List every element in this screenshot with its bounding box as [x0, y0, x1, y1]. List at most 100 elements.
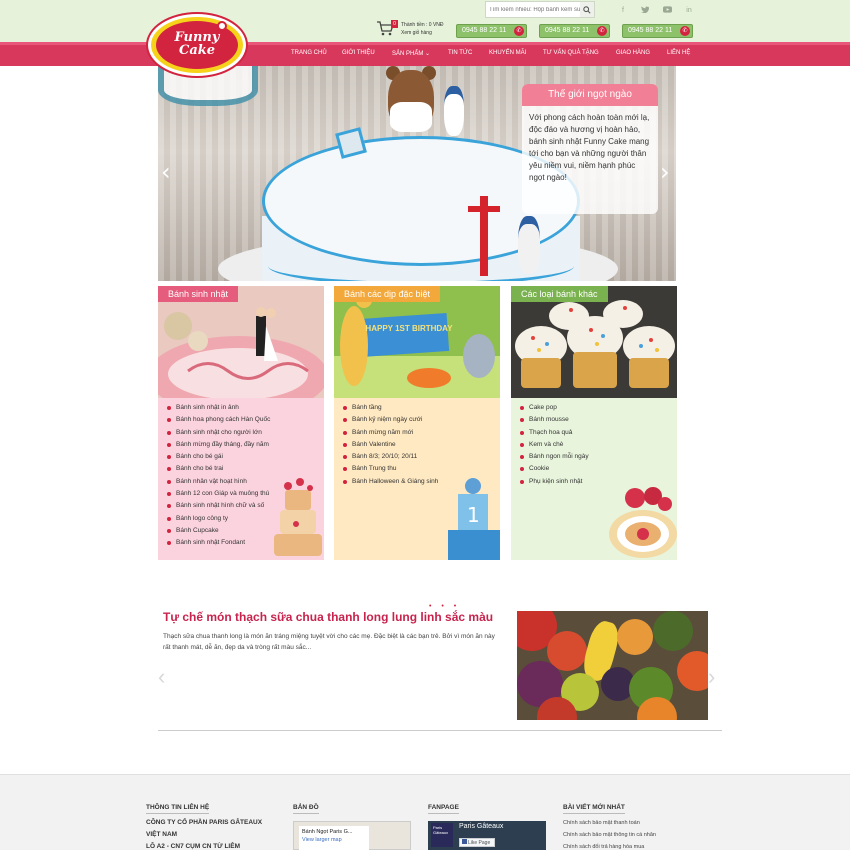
- list-item[interactable]: Bánh hoa phong cách Hàn Quốc: [166, 414, 321, 426]
- nav-item-delivery[interactable]: GIAO HÀNG: [616, 50, 650, 56]
- hotline-number: 0945 88 22 11: [462, 27, 507, 34]
- facebook-icon[interactable]: f: [618, 6, 628, 16]
- card-title[interactable]: Bánh sinh nhật: [158, 286, 239, 302]
- search-icon[interactable]: [580, 2, 594, 17]
- list-item[interactable]: Thạch hoa quả: [519, 427, 674, 439]
- news-prev-icon[interactable]: ‹: [158, 666, 165, 688]
- list-item[interactable]: Bánh tầng: [342, 402, 497, 414]
- nav-item-label: SẢN PHẨM: [392, 51, 424, 57]
- news-title[interactable]: Tự chế món thạch sữa chua thanh long lun…: [163, 610, 493, 624]
- nav-item-news[interactable]: TIN TỨC: [448, 50, 472, 56]
- footer-fanpage-title: FANPAGE: [428, 804, 459, 814]
- fruit: [617, 619, 653, 655]
- nav-item-products[interactable]: SẢN PHẨM ⌄: [392, 50, 430, 57]
- tiered-cake-image: [274, 478, 322, 556]
- teddy-bear-shirt: [390, 102, 432, 132]
- recent-post-link[interactable]: Chính sách bảo mật thông tin cá nhân: [563, 832, 656, 838]
- list-item[interactable]: Bánh mừng đầy tháng, đầy năm: [166, 439, 321, 451]
- cart-view-link[interactable]: Xem giỏ hàng: [401, 29, 444, 37]
- fanpage-thumbnail: Paris Gâteaux: [431, 823, 453, 847]
- hero-caption-body: Với phong cách hoàn toàn mới lạ, độc đáo…: [529, 113, 650, 182]
- nav-item-gift-advice[interactable]: TƯ VẤN QUÀ TẶNG: [543, 50, 599, 56]
- footer-map-title: BẢN ĐỒ: [293, 804, 319, 814]
- cart-total: Thành tiền : 0 VNĐ: [401, 22, 444, 28]
- list-item[interactable]: Bánh kỷ niệm ngày cưới: [342, 414, 497, 426]
- like-page-button[interactable]: Like Page: [459, 838, 495, 847]
- facebook-icon: [462, 839, 467, 844]
- chevron-down-icon: ⌄: [425, 51, 431, 57]
- hotline-button-2[interactable]: 0945 88 22 11 ✆: [539, 24, 610, 38]
- fruit: [653, 611, 693, 651]
- cart-summary[interactable]: Thành tiền : 0 VNĐ Xem giỏ hàng: [401, 21, 444, 37]
- fruit: [677, 651, 708, 691]
- list-item[interactable]: Bánh Valentine: [342, 439, 497, 451]
- hero-caption-title: Thế giới ngọt ngào: [522, 84, 658, 106]
- recent-post-link[interactable]: Chính sách đổi trả hàng hóa mua: [563, 844, 644, 850]
- list-item[interactable]: Kem và chè: [519, 439, 674, 451]
- cupcakes-photo[interactable]: [511, 286, 677, 398]
- list-item[interactable]: Bánh cho bé gái: [166, 451, 321, 463]
- map-larger-link[interactable]: View larger map: [302, 836, 366, 844]
- card-title[interactable]: Bánh các dịp đặc biệt: [334, 286, 441, 302]
- list-item[interactable]: Cookie: [519, 463, 674, 475]
- nav-item-promotions[interactable]: KHUYẾN MÃI: [489, 50, 526, 56]
- strawberry-roll-cake-image: [609, 487, 677, 558]
- category-list: Cake pop Bánh mousse Thạch hoa quả Kem v…: [519, 402, 674, 488]
- hotline-button-3[interactable]: 0945 88 22 11 ✆: [622, 24, 693, 38]
- hotline-button-1[interactable]: 0945 88 22 11 ✆: [456, 24, 527, 38]
- logo-line2: Cake: [178, 43, 216, 58]
- map-info-card: Bánh Ngọt Paris G... View larger map: [299, 826, 369, 850]
- section-divider: [158, 730, 722, 731]
- nav-item-home[interactable]: TRANG CHỦ: [291, 50, 327, 56]
- hero-caption: Thế giới ngọt ngào Với phong cách hoàn t…: [522, 84, 658, 214]
- phone-icon: ✆: [597, 26, 607, 36]
- list-item[interactable]: Bánh 8/3; 20/10; 20/11: [342, 451, 497, 463]
- company-country: VIỆT NAM: [146, 831, 178, 838]
- svg-text:1: 1: [467, 503, 480, 527]
- search-input[interactable]: [486, 6, 580, 13]
- phone-icon: ✆: [680, 26, 690, 36]
- linkedin-icon[interactable]: in: [684, 6, 694, 16]
- list-item[interactable]: Bánh mousse: [519, 414, 674, 426]
- like-page-label: Like Page: [468, 840, 491, 846]
- recent-post-link[interactable]: Chính sách bảo mật thanh toán: [563, 820, 640, 826]
- fruit-photo[interactable]: [517, 611, 708, 720]
- news-carousel-dots[interactable]: • • •: [429, 603, 460, 610]
- footer: [0, 774, 850, 850]
- birthday-cake-photo[interactable]: [158, 286, 324, 398]
- anchor-decoration-bar: [468, 206, 500, 212]
- news-next-icon[interactable]: ›: [708, 666, 715, 688]
- search-box: [485, 1, 595, 18]
- news-description: Thạch sữa chua thanh long là món ăn trán…: [163, 633, 495, 651]
- category-card-other-cakes: Các loại bánh khác Cake pop Bánh mousse …: [511, 286, 677, 560]
- cart-count-badge: 0: [391, 20, 398, 28]
- list-item[interactable]: Bánh ngon mỗi ngày: [519, 451, 674, 463]
- slider-prev-icon[interactable]: ‹: [161, 160, 171, 184]
- footer-contact-title: THÔNG TIN LIÊN HỆ: [146, 804, 210, 814]
- slider-next-icon[interactable]: ›: [660, 160, 670, 184]
- phone-icon: ✆: [514, 26, 524, 36]
- list-item[interactable]: Cake pop: [519, 402, 674, 414]
- card-title[interactable]: Các loại bánh khác: [511, 286, 608, 302]
- list-item[interactable]: Bánh mừng năm mới: [342, 427, 497, 439]
- footer-posts-title: BÀI VIẾT MỚI NHẤT: [563, 804, 625, 814]
- map-place-name: Bánh Ngọt Paris G...: [302, 829, 353, 835]
- category-card-birthday: Bánh sinh nhật Bánh sinh nhật in ảnh Bán…: [158, 286, 324, 560]
- nav-item-about[interactable]: GIỚI THIỆU: [342, 50, 375, 56]
- nav-item-contact[interactable]: LIÊN HỆ: [667, 50, 690, 56]
- special-occasion-cake-photo[interactable]: [334, 286, 500, 398]
- hotline-number: 0945 88 22 11: [628, 27, 673, 34]
- company-name: CÔNG TY CỔ PHẦN PARIS GÂTEAUX: [146, 819, 263, 826]
- funny-cake-logo[interactable]: Funny Cake: [148, 14, 246, 76]
- category-card-special-occasions: HAPPY 1ST BIRTHDAY Bánh các dịp đặc biệt…: [334, 286, 500, 560]
- birthday-topper-text: HAPPY 1ST BIRTHDAY: [365, 324, 453, 333]
- number-one-cake-image: 1: [448, 478, 500, 560]
- fanpage-name[interactable]: Paris Gâteaux: [459, 823, 503, 830]
- sailor-figure: [518, 216, 540, 274]
- flower-icon: [217, 21, 227, 31]
- list-item[interactable]: Bánh sinh nhật cho người lớn: [166, 427, 321, 439]
- youtube-icon[interactable]: [662, 6, 672, 16]
- hotline-number: 0945 88 22 11: [545, 27, 590, 34]
- list-item[interactable]: Bánh sinh nhật in ảnh: [166, 402, 321, 414]
- twitter-icon[interactable]: [640, 6, 650, 16]
